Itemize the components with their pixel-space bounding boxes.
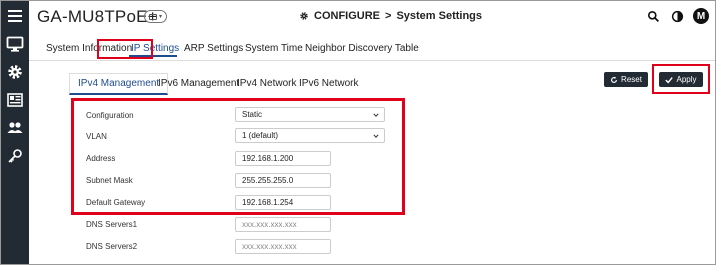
configuration-select[interactable]: Static	[235, 107, 385, 122]
top-bar: GA-MU8TPoE+ ▾ CONFIGURE > System Setting…	[29, 1, 715, 32]
dns-servers2-label: DNS Servers2	[86, 242, 138, 251]
tab-ipv6-management[interactable]: IPv6 Management	[158, 78, 239, 89]
gear-icon[interactable]	[4, 61, 26, 83]
tab-ipv6-network[interactable]: IPv6 Network	[299, 78, 358, 89]
chevron-down-icon: ▾	[158, 13, 162, 20]
breadcrumb: CONFIGURE > System Settings	[299, 10, 482, 22]
theme-toggle-icon[interactable]	[669, 8, 685, 24]
sidebar	[1, 1, 29, 264]
breadcrumb-page: System Settings	[396, 10, 483, 22]
dns-servers1-input[interactable]: xxx.xxx.xxx.xxx	[235, 217, 331, 232]
default-gateway-label: Default Gateway	[86, 198, 146, 207]
menu-icon[interactable]	[4, 5, 26, 27]
tab-neighbor-discovery-table[interactable]: Neighbor Discovery Table	[305, 43, 419, 54]
dns-servers2-input[interactable]: xxx.xxx.xxx.xxx	[235, 239, 331, 254]
app-window: GA-MU8TPoE+ ▾ CONFIGURE > System Setting…	[0, 0, 716, 265]
configuration-value: Static	[242, 110, 263, 119]
monitor-icon[interactable]	[4, 33, 26, 55]
dns-servers1-label: DNS Servers1	[86, 220, 138, 229]
address-label: Address	[86, 154, 116, 163]
reset-icon	[611, 76, 618, 83]
top-actions: M	[645, 8, 709, 24]
vlan-value: 1 (default)	[242, 131, 279, 140]
breadcrumb-separator: >	[385, 10, 392, 22]
subnet-mask-input[interactable]: 255.255.255.0	[235, 173, 331, 188]
avatar[interactable]: M	[693, 8, 709, 24]
key-icon[interactable]	[4, 145, 26, 167]
tab-arp-settings[interactable]: ARP Settings	[184, 43, 243, 54]
chevron-down-icon	[373, 112, 379, 117]
gear-icon	[300, 12, 308, 20]
search-icon[interactable]	[645, 8, 661, 24]
reset-button[interactable]: Reset	[604, 72, 648, 87]
breadcrumb-section[interactable]: CONFIGURE	[314, 10, 380, 22]
device-icon	[148, 13, 157, 20]
highlight-ip-settings	[97, 39, 153, 59]
tab-ipv4-management[interactable]: IPv4 Management	[69, 73, 169, 95]
tab-system-time[interactable]: System Time	[245, 43, 303, 54]
reset-label: Reset	[621, 75, 642, 84]
address-input[interactable]: 192.168.1.200	[235, 151, 331, 166]
subnet-mask-label: Subnet Mask	[86, 176, 133, 185]
chevron-down-icon	[373, 133, 379, 138]
dashboard-icon[interactable]	[4, 89, 26, 111]
users-icon[interactable]	[4, 117, 26, 139]
vlan-label: VLAN	[86, 132, 107, 141]
device-switcher[interactable]: ▾	[144, 10, 167, 23]
settings-panel: IPv4 Management IPv6 Management IPv4 Net…	[29, 63, 715, 264]
tab-ipv4-network[interactable]: IPv4 Network	[237, 78, 296, 89]
default-gateway-input[interactable]: 192.168.1.254	[235, 195, 331, 210]
device-name: GA-MU8TPoE+	[37, 7, 158, 26]
vlan-select[interactable]: 1 (default)	[235, 128, 385, 143]
highlight-apply	[652, 64, 710, 94]
configuration-label: Configuration	[86, 111, 134, 120]
